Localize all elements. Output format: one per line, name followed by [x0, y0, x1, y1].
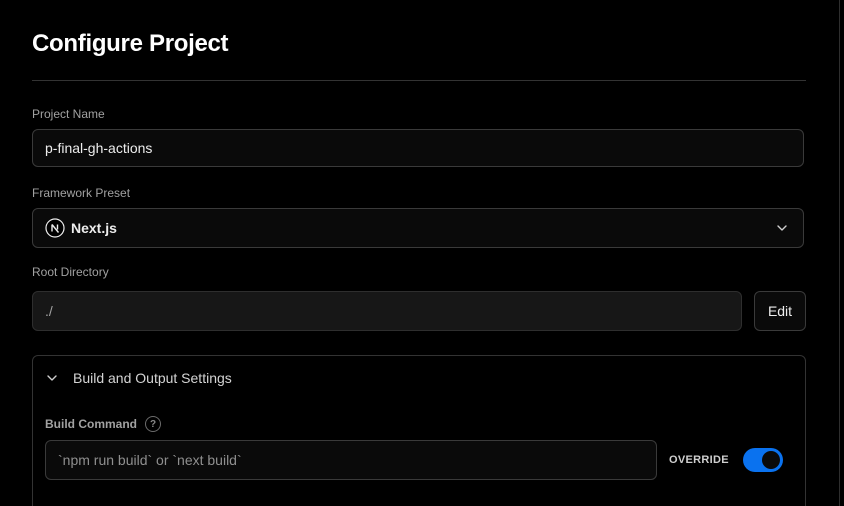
panel-border-line [839, 0, 840, 506]
root-directory-value: ./ [45, 303, 53, 319]
root-directory-label: Root Directory [32, 265, 109, 279]
build-output-settings-title: Build and Output Settings [73, 370, 232, 386]
title-divider [32, 80, 806, 81]
framework-preset-select[interactable]: Next.js [32, 208, 804, 248]
configure-project-page: Configure Project Project Name p-final-g… [0, 0, 844, 506]
build-output-settings-toggle[interactable]: Build and Output Settings [45, 370, 232, 386]
nextjs-logo-icon [45, 218, 65, 238]
override-toggle[interactable] [743, 448, 783, 472]
project-name-label: Project Name [32, 107, 105, 121]
toggle-knob [762, 451, 780, 469]
chevron-down-icon [775, 221, 789, 235]
chevron-down-icon [45, 371, 59, 385]
framework-preset-label: Framework Preset [32, 186, 131, 200]
build-output-settings-panel: Build and Output Settings Build Command … [32, 355, 806, 506]
build-command-label-row: Build Command ? [45, 416, 161, 432]
page-title: Configure Project [32, 30, 229, 57]
help-icon[interactable]: ? [145, 416, 161, 432]
project-name-value: p-final-gh-actions [45, 140, 153, 156]
build-command-label: Build Command [45, 417, 137, 431]
edit-root-directory-button[interactable]: Edit [754, 291, 806, 331]
project-name-input[interactable]: p-final-gh-actions [32, 129, 804, 167]
build-command-input[interactable] [45, 440, 657, 480]
override-label: OVERRIDE [669, 454, 729, 466]
framework-preset-value: Next.js [71, 220, 117, 236]
root-directory-input: ./ [32, 291, 742, 331]
